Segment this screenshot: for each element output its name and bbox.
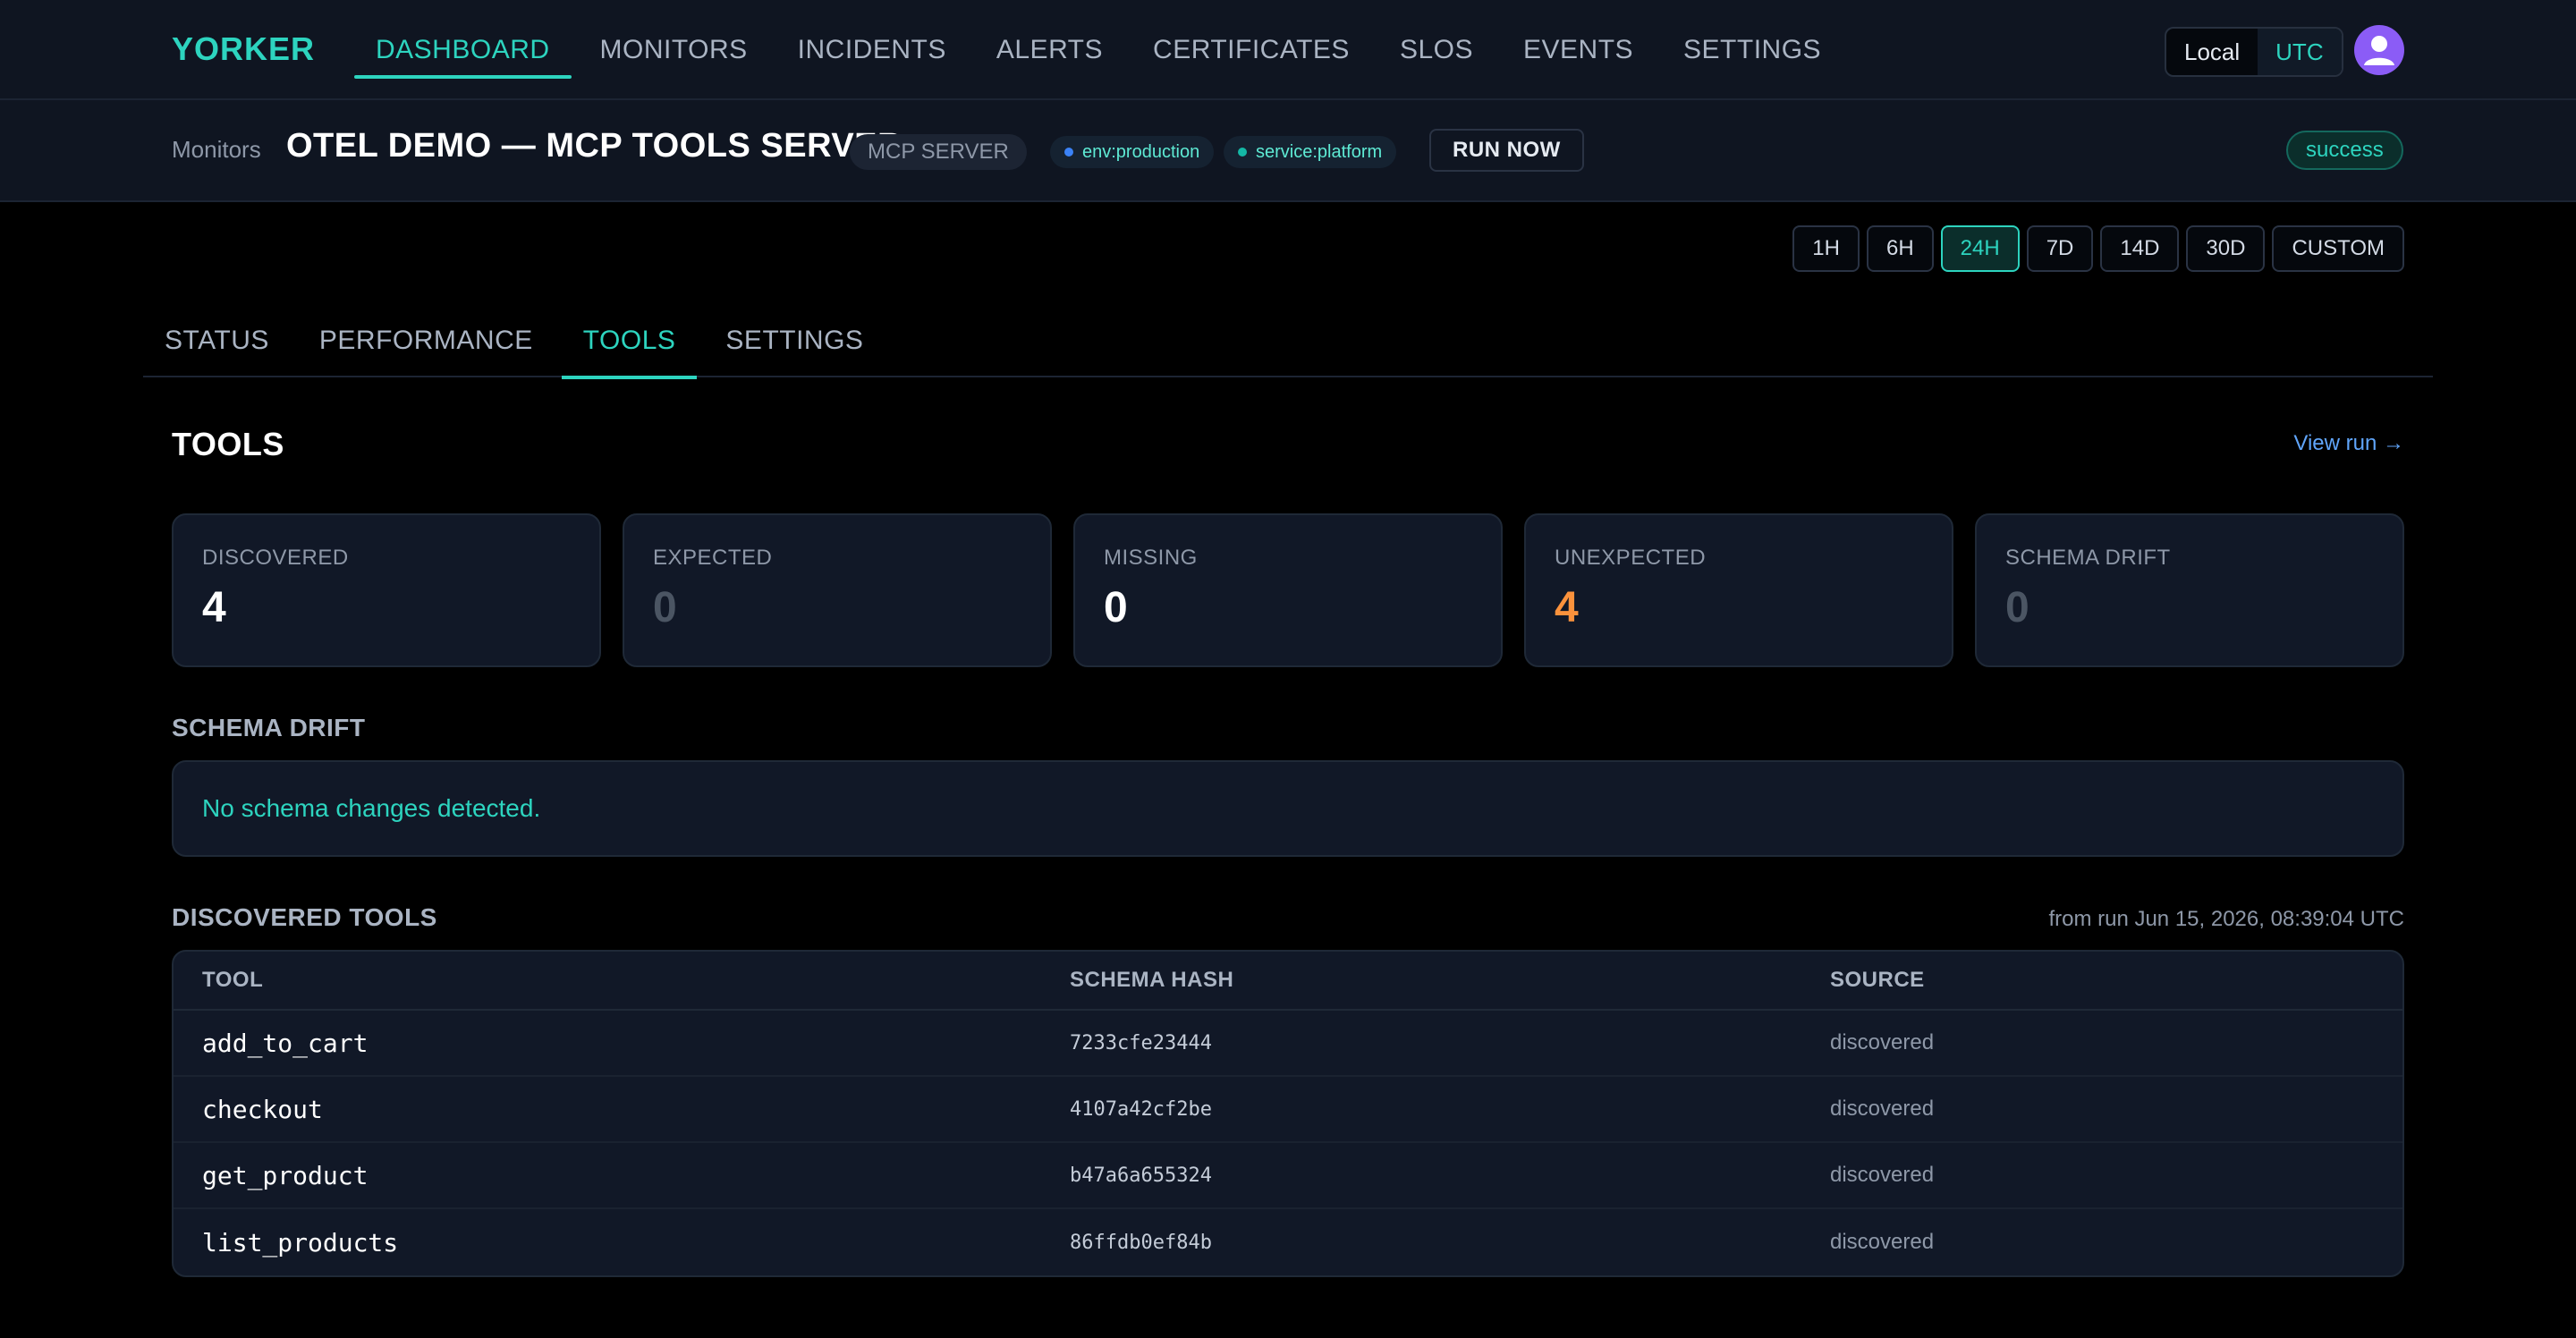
schema-hash: 4107a42cf2be: [1070, 1097, 1212, 1121]
discovered-tools-table: TOOL SCHEMA HASH SOURCE add_to_cart 7233…: [172, 950, 2404, 1277]
stat-card-expected: EXPECTED 0: [623, 513, 1052, 667]
timezone-toggle: Local UTC: [2165, 27, 2343, 77]
breadcrumb-monitors[interactable]: Monitors: [172, 136, 261, 164]
tag-dot-icon: [1064, 148, 1073, 157]
stat-label: DISCOVERED: [202, 546, 349, 570]
top-navigation: YORKER DASHBOARD MONITORS INCIDENTS ALER…: [0, 0, 2576, 100]
column-header-tool: TOOL: [202, 968, 264, 992]
range-24h[interactable]: 24H: [1940, 225, 2020, 272]
page-title: OTEL DEMO — MCP TOOLS SERVER: [286, 127, 902, 165]
nav-slos[interactable]: SLOS: [1378, 0, 1495, 100]
schema-drift-message: No schema changes detected.: [202, 794, 541, 822]
stat-value: 4: [1555, 584, 1579, 631]
table-row[interactable]: get_product b47a6a655324 discovered: [174, 1143, 2402, 1209]
brand-logo[interactable]: YORKER: [172, 30, 315, 68]
schema-drift-panel: No schema changes detected.: [172, 760, 2404, 857]
tool-source: discovered: [1830, 1097, 1935, 1121]
schema-drift-title: SCHEMA DRIFT: [172, 714, 366, 741]
nav-incidents[interactable]: INCIDENTS: [776, 0, 968, 100]
section-title: TOOLS: [172, 426, 284, 462]
column-header-schema-hash: SCHEMA HASH: [1070, 968, 1234, 992]
table-row[interactable]: add_to_cart 7233cfe23444 discovered: [174, 1011, 2402, 1077]
stat-value: 0: [653, 584, 677, 631]
stat-card-unexpected: UNEXPECTED 4: [1524, 513, 1953, 667]
tag-service: service:platform: [1224, 136, 1397, 168]
main-nav: DASHBOARD MONITORS INCIDENTS ALERTS CERT…: [354, 0, 1850, 100]
schema-hash: b47a6a655324: [1070, 1164, 1212, 1187]
tag-label: env:production: [1082, 141, 1200, 162]
user-icon: [2364, 36, 2394, 65]
stat-card-schema-drift: SCHEMA DRIFT 0: [1975, 513, 2404, 667]
nav-alerts[interactable]: ALERTS: [975, 0, 1124, 100]
range-custom[interactable]: CUSTOM: [2272, 225, 2404, 272]
schema-hash: 7233cfe23444: [1070, 1031, 1212, 1054]
tab-settings[interactable]: SETTINGS: [704, 304, 885, 377]
stat-value: 0: [2005, 584, 2029, 631]
monitor-tabs: STATUS PERFORMANCE TOOLS SETTINGS: [143, 304, 2433, 379]
tool-name: list_products: [202, 1227, 399, 1258]
tool-name: checkout: [202, 1094, 323, 1124]
range-30d[interactable]: 30D: [2186, 225, 2266, 272]
monitor-header: Monitors OTEL DEMO — MCP TOOLS SERVER MC…: [0, 100, 2576, 202]
stat-card-missing: MISSING 0: [1073, 513, 1503, 667]
stat-value: 4: [202, 584, 226, 631]
timezone-local-option[interactable]: Local: [2166, 29, 2258, 75]
range-1h[interactable]: 1H: [1792, 225, 1860, 272]
stat-card-discovered: DISCOVERED 4: [172, 513, 601, 667]
range-14d[interactable]: 14D: [2100, 225, 2180, 272]
tool-source: discovered: [1830, 1030, 1935, 1054]
status-badge: success: [2286, 131, 2403, 170]
tool-source: discovered: [1830, 1163, 1935, 1187]
stat-label: MISSING: [1104, 546, 1198, 570]
user-avatar[interactable]: [2354, 25, 2404, 75]
tag-label: service:platform: [1256, 141, 1383, 162]
stat-value: 0: [1104, 584, 1128, 631]
tool-source: discovered: [1830, 1230, 1935, 1254]
stat-cards: DISCOVERED 4 EXPECTED 0 MISSING 0 UNEXPE…: [172, 513, 2404, 667]
view-run-link[interactable]: View run →: [2293, 431, 2404, 456]
nav-monitors[interactable]: MONITORS: [579, 0, 769, 100]
table-row[interactable]: list_products 86ffdb0ef84b discovered: [174, 1209, 2402, 1275]
monitor-type-badge: MCP SERVER: [850, 134, 1027, 170]
stat-label: SCHEMA DRIFT: [2005, 546, 2171, 570]
discovered-tools-title: DISCOVERED TOOLS: [172, 903, 437, 931]
tool-name: add_to_cart: [202, 1028, 369, 1058]
tab-status[interactable]: STATUS: [143, 304, 291, 377]
timezone-utc-option[interactable]: UTC: [2258, 29, 2342, 75]
nav-events[interactable]: EVENTS: [1502, 0, 1655, 100]
stat-label: EXPECTED: [653, 546, 773, 570]
tab-performance[interactable]: PERFORMANCE: [298, 304, 555, 377]
range-7d[interactable]: 7D: [2026, 225, 2094, 272]
table-header: TOOL SCHEMA HASH SOURCE: [174, 952, 2402, 1011]
schema-hash: 86ffdb0ef84b: [1070, 1231, 1212, 1254]
tag-env: env:production: [1050, 136, 1215, 168]
range-6h[interactable]: 6H: [1866, 225, 1934, 272]
column-header-source: SOURCE: [1830, 968, 1925, 992]
run-now-button[interactable]: RUN NOW: [1429, 129, 1584, 172]
nav-certificates[interactable]: CERTIFICATES: [1131, 0, 1371, 100]
from-run-timestamp: from run Jun 15, 2026, 08:39:04 UTC: [2048, 907, 2404, 931]
nav-dashboard[interactable]: DASHBOARD: [354, 0, 572, 100]
time-range-selector: 1H 6H 24H 7D 14D 30D CUSTOM: [1785, 225, 2404, 272]
table-row[interactable]: checkout 4107a42cf2be discovered: [174, 1077, 2402, 1143]
stat-label: UNEXPECTED: [1555, 546, 1707, 570]
nav-settings[interactable]: SETTINGS: [1662, 0, 1843, 100]
tool-name: get_product: [202, 1160, 369, 1190]
tag-dot-icon: [1238, 148, 1247, 157]
tab-tools[interactable]: TOOLS: [561, 304, 698, 379]
